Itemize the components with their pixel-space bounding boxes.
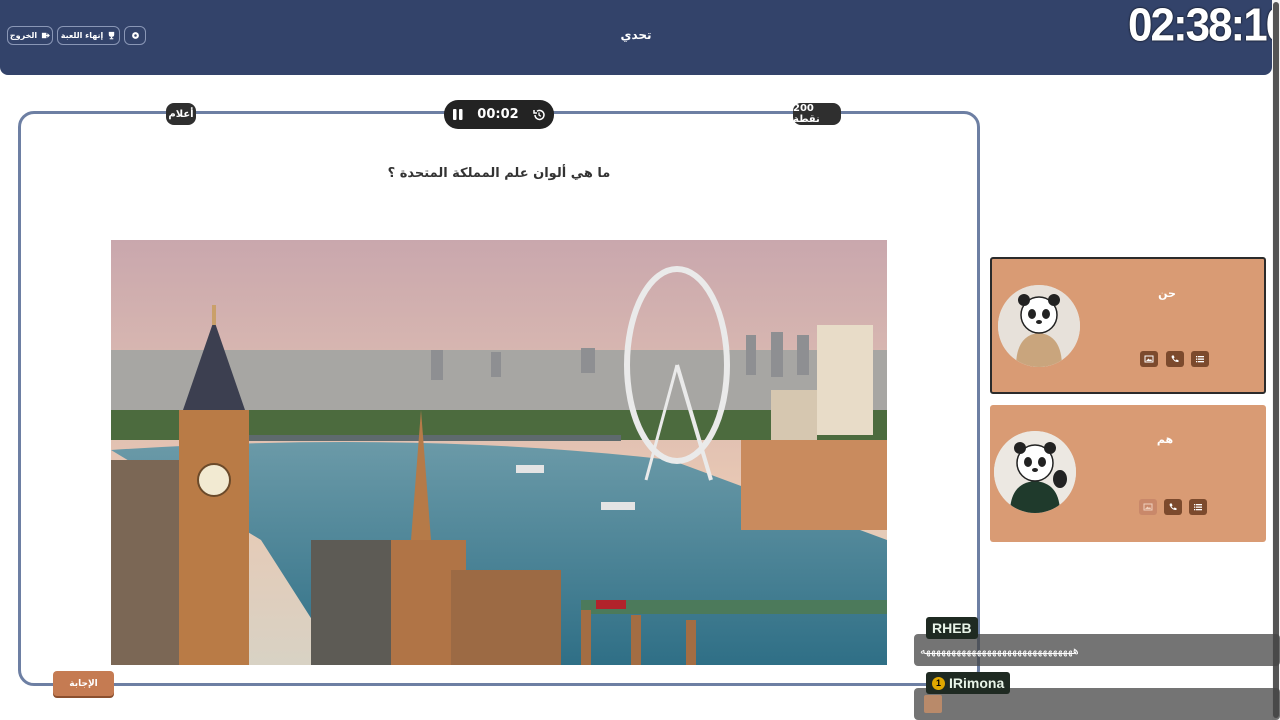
reset-timer-button[interactable]: [532, 108, 546, 122]
top-bar: تحدي الخروج إنهاء اللعبة 02:38:10: [0, 0, 1280, 75]
image-button[interactable]: [1140, 351, 1158, 367]
pause-button[interactable]: [452, 108, 464, 121]
settings-button[interactable]: [124, 26, 146, 45]
call-button[interactable]: [1166, 351, 1184, 367]
answer-button[interactable]: الإجابة: [53, 671, 114, 696]
chat-username: RHEB: [926, 617, 978, 639]
end-game-button[interactable]: إنهاء اللعبة: [57, 26, 120, 45]
team-card-2: هم: [990, 405, 1266, 542]
image-button[interactable]: [1139, 499, 1157, 515]
reset-timer-icon: [533, 109, 545, 120]
team-name: هم: [1156, 433, 1174, 446]
list-icon: [1196, 356, 1204, 363]
scrollbar-thumb[interactable]: [1273, 2, 1279, 718]
list-button[interactable]: [1191, 351, 1209, 367]
chat-username: IRimona: [949, 675, 1005, 691]
list-button[interactable]: [1189, 499, 1207, 515]
image-icon: [1144, 355, 1154, 363]
points-badge: 200 نقطة: [793, 103, 841, 125]
trophy-icon: [109, 31, 115, 40]
chat-avatar: [924, 695, 942, 713]
question-timer: 00:02: [444, 100, 554, 129]
question-image: [111, 240, 887, 665]
chat-badge: 1: [932, 676, 945, 690]
exit-label: الخروج: [9, 31, 38, 40]
team-name: حن: [1158, 287, 1176, 300]
phone-icon: [1169, 503, 1177, 511]
chat-username-row: 1 IRimona: [926, 672, 1011, 694]
team-avatar: [994, 431, 1076, 513]
timer-value: 00:02: [477, 107, 519, 122]
settings-icon: [131, 32, 139, 39]
exit-button[interactable]: الخروج: [7, 26, 53, 45]
question-text: ما هي ألوان علم المملكة المتحدة ؟: [387, 166, 611, 181]
team-avatar: [998, 285, 1080, 367]
page-title: تحدي: [620, 28, 652, 42]
list-icon: [1194, 504, 1202, 511]
page-scrollbar[interactable]: [1272, 0, 1280, 720]
end-game-label: إنهاء اللعبة: [60, 31, 104, 40]
call-button[interactable]: [1164, 499, 1182, 515]
logout-icon: [42, 32, 50, 39]
pause-icon: [453, 109, 463, 120]
phone-icon: [1171, 355, 1179, 363]
image-icon: [1143, 503, 1153, 511]
chat-message-text: ههههههههههههههههههههههههههههههه: [920, 643, 1079, 657]
category-badge: أعلام: [166, 103, 196, 125]
team-card-1: حن: [990, 257, 1266, 394]
stream-clock: 02:38:10: [1128, 0, 1280, 52]
